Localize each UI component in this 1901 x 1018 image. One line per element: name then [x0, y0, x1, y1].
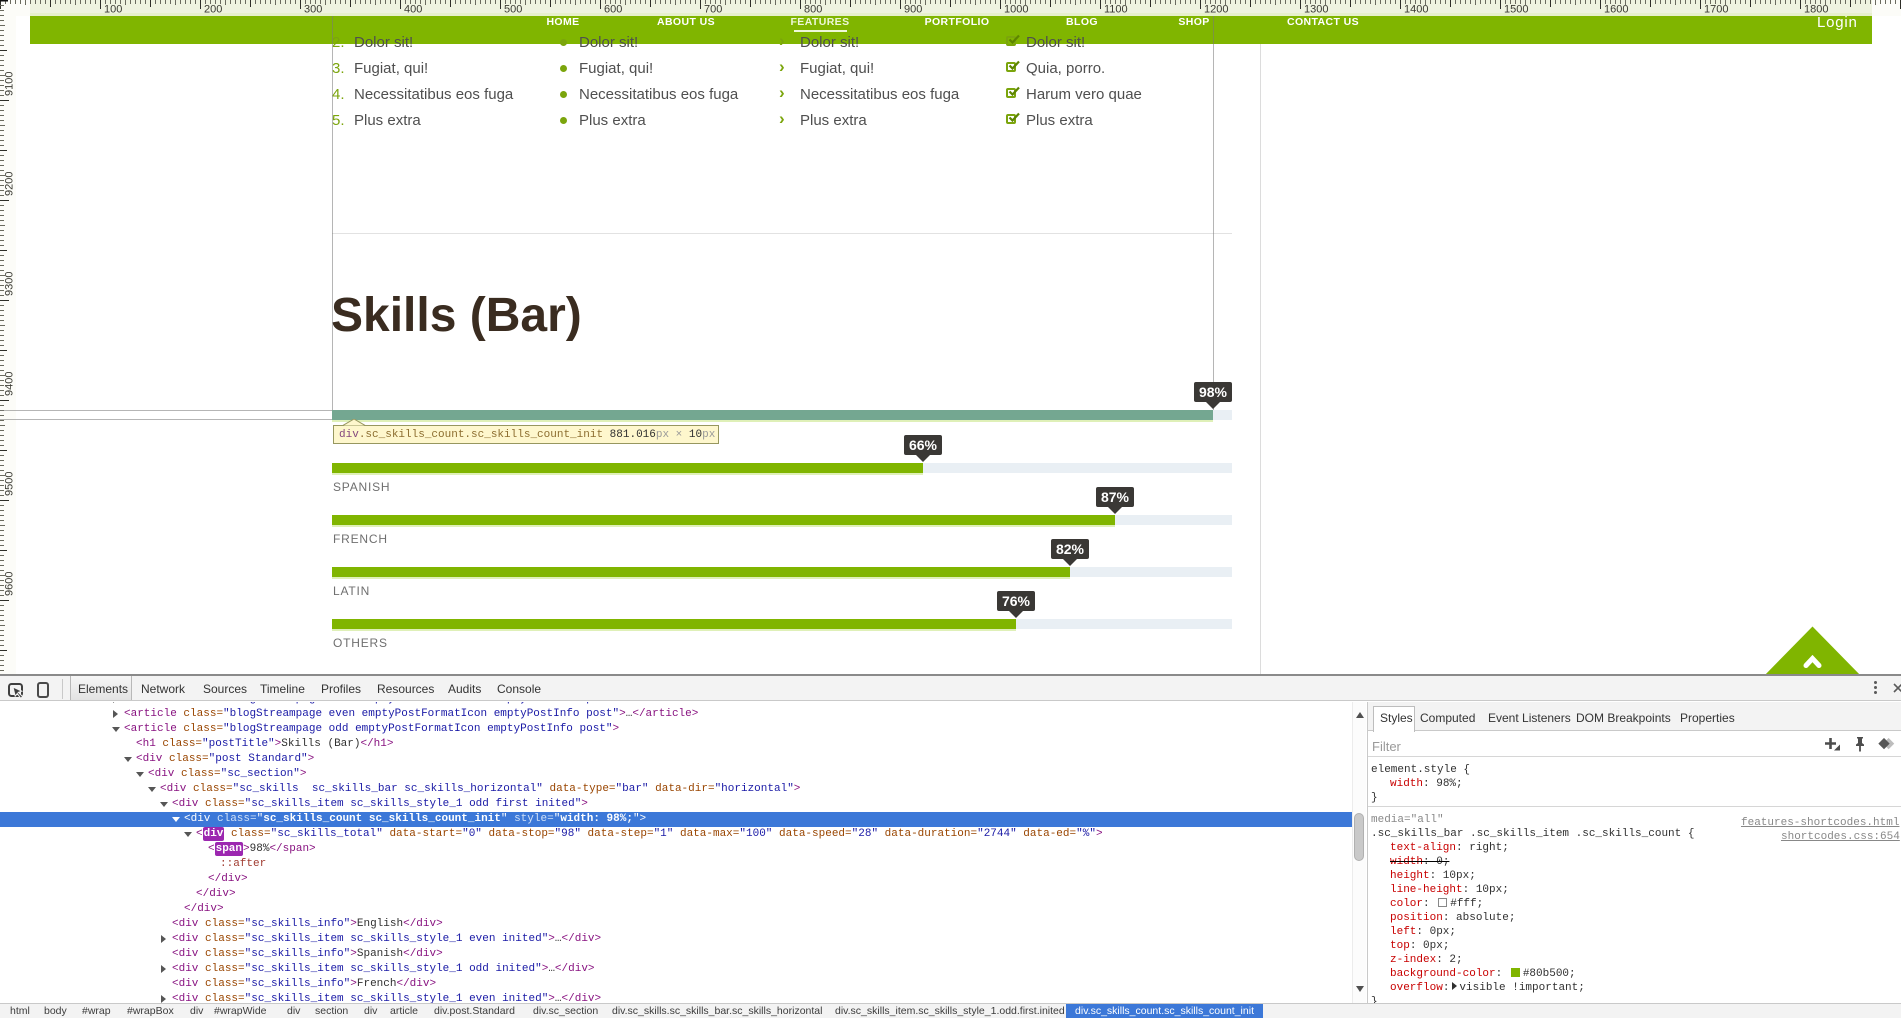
- svg-text:1000: 1000: [1004, 4, 1028, 16]
- svg-text:1600: 1600: [1604, 4, 1628, 16]
- svg-text:1100: 1100: [1104, 4, 1128, 16]
- svg-text:1200: 1200: [1204, 4, 1228, 16]
- svg-text:200: 200: [204, 4, 222, 16]
- svg-text:800: 800: [804, 4, 822, 16]
- svg-text:1400: 1400: [1404, 4, 1428, 16]
- svg-text:9200: 9200: [4, 172, 16, 196]
- svg-text:900: 900: [904, 4, 922, 16]
- svg-text:9500: 9500: [4, 472, 16, 496]
- svg-text:9300: 9300: [4, 272, 16, 296]
- svg-text:300: 300: [304, 4, 322, 16]
- svg-text:1500: 1500: [1504, 4, 1528, 16]
- svg-text:400: 400: [404, 4, 422, 16]
- svg-text:1300: 1300: [1304, 4, 1328, 16]
- svg-text:9400: 9400: [4, 372, 16, 396]
- svg-text:100: 100: [104, 4, 122, 16]
- svg-text:1800: 1800: [1804, 4, 1828, 16]
- svg-text:9100: 9100: [4, 72, 16, 96]
- svg-text:9600: 9600: [4, 572, 16, 596]
- svg-text:1700: 1700: [1704, 4, 1728, 16]
- svg-text:600: 600: [604, 4, 622, 16]
- svg-text:700: 700: [704, 4, 722, 16]
- svg-text:500: 500: [504, 4, 522, 16]
